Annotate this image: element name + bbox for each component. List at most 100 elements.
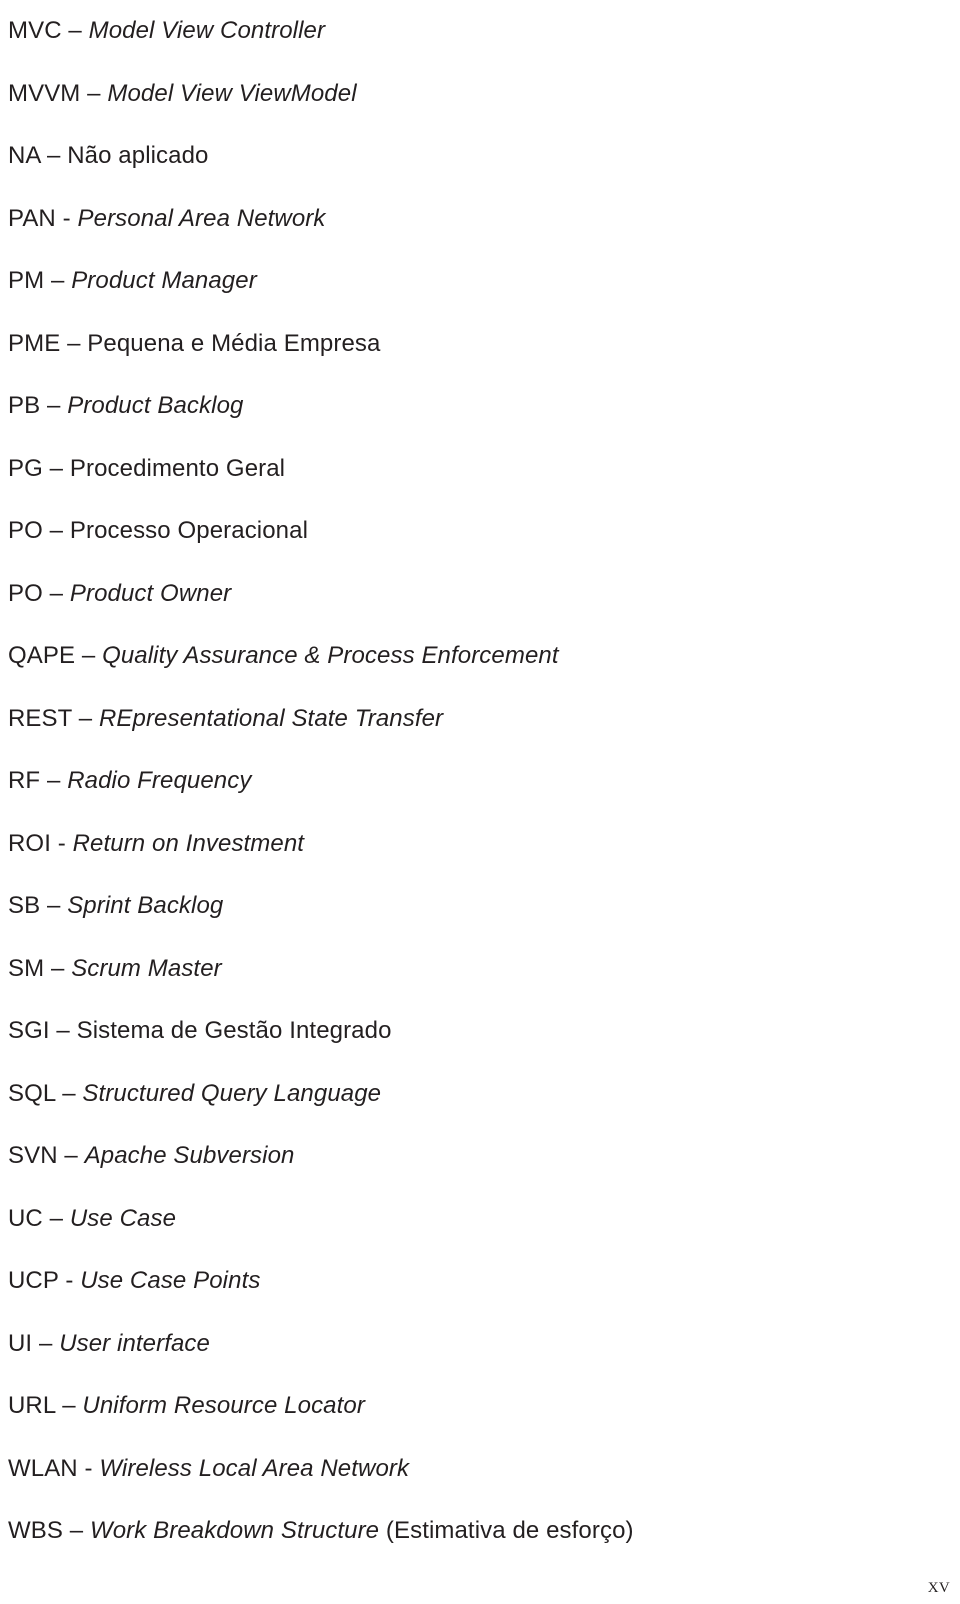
- glossary-separator: -: [77, 1454, 100, 1482]
- glossary-separator: –: [40, 892, 68, 919]
- glossary-term: PME: [8, 329, 61, 357]
- glossary-term: UCP: [8, 1267, 59, 1294]
- glossary-term: WBS: [8, 1517, 63, 1544]
- glossary-separator: –: [57, 1142, 85, 1169]
- glossary-separator: –: [44, 267, 72, 294]
- glossary-definition: Product Manager: [71, 267, 257, 294]
- glossary-entry: UI – User interface: [8, 1313, 952, 1376]
- glossary-entry: SGI – Sistema de Gestão Integrado: [8, 1000, 952, 1063]
- glossary-term: SB: [8, 892, 41, 919]
- glossary-separator: –: [61, 17, 89, 44]
- glossary-entry: UCP - Use Case Points: [8, 1250, 952, 1313]
- glossary-definition: Pequena e Média Empresa: [87, 329, 381, 357]
- glossary-term: NA: [8, 142, 41, 169]
- glossary-definition: Sistema de Gestão Integrado: [76, 1017, 392, 1044]
- glossary-definition: Radio Frequency: [67, 767, 252, 794]
- glossary-separator: -: [55, 204, 78, 232]
- glossary-definition: Processo Operacional: [69, 517, 308, 544]
- glossary-entry: PG – Procedimento Geral: [8, 438, 952, 501]
- glossary-entry: PO – Product Owner: [8, 563, 952, 626]
- glossary-separator: –: [42, 1204, 70, 1232]
- glossary-term: PO: [8, 517, 43, 544]
- glossary-separator: –: [80, 79, 108, 107]
- glossary-separator: –: [40, 392, 68, 419]
- glossary-term: ROI: [8, 829, 51, 857]
- glossary-term: SQL: [8, 1079, 56, 1107]
- glossary-definition: Procedimento Geral: [69, 454, 286, 482]
- glossary-term: QAPE: [8, 642, 76, 669]
- glossary-entry: PM – Product Manager: [8, 250, 952, 313]
- glossary-definition: Uniform Resource Locator: [82, 1392, 365, 1419]
- glossary-definition: Work Breakdown Structure: [89, 1517, 380, 1544]
- glossary-term: PM: [8, 267, 45, 294]
- glossary-definition: Structured Query Language: [82, 1079, 382, 1107]
- glossary-term: SGI: [8, 1017, 50, 1044]
- glossary-separator: -: [50, 829, 73, 857]
- glossary-separator: –: [40, 142, 68, 169]
- glossary-separator: –: [42, 517, 70, 544]
- glossary-separator: -: [58, 1267, 81, 1294]
- glossary-separator: –: [60, 329, 88, 357]
- glossary-separator: –: [42, 579, 70, 607]
- glossary-term: REST: [8, 704, 72, 732]
- glossary-term: PB: [8, 392, 41, 419]
- glossary-separator: –: [62, 1517, 90, 1544]
- glossary-definition: Personal Area Network: [77, 204, 326, 232]
- glossary-definition: Apache Subversion: [84, 1142, 295, 1169]
- glossary-entry: SB – Sprint Backlog: [8, 875, 952, 938]
- glossary-entry: SVN – Apache Subversion: [8, 1125, 952, 1188]
- glossary-term: WLAN: [8, 1454, 78, 1482]
- glossary-entry: SM – Scrum Master: [8, 938, 952, 1001]
- glossary-term: UI: [8, 1329, 33, 1357]
- glossary-separator: –: [75, 642, 103, 669]
- glossary-definition: Sprint Backlog: [67, 892, 224, 919]
- document-page: MVC – Model View Controller MVVM – Model …: [0, 0, 960, 1604]
- glossary-entry: WLAN - Wireless Local Area Network: [8, 1438, 952, 1501]
- glossary-entry: ROI - Return on Investment: [8, 813, 952, 876]
- glossary-definition: Model View ViewModel: [107, 79, 357, 107]
- glossary-term: MVC: [8, 17, 62, 44]
- page-number: xv: [927, 1573, 950, 1597]
- glossary-definition: Return on Investment: [72, 829, 305, 857]
- glossary-entry: PAN - Personal Area Network: [8, 188, 952, 251]
- glossary-entry: PO – Processo Operacional: [8, 500, 952, 563]
- glossary-definition: Model View Controller: [88, 17, 326, 44]
- glossary-entry: PME – Pequena e Média Empresa: [8, 313, 952, 376]
- glossary-entry: MVC – Model View Controller: [8, 0, 952, 63]
- glossary-entry: NA – Não aplicado: [8, 125, 952, 188]
- glossary-separator: –: [40, 767, 68, 794]
- glossary-list: MVC – Model View Controller MVVM – Model …: [8, 0, 952, 1563]
- glossary-definition: Scrum Master: [71, 954, 222, 982]
- glossary-entry: QAPE – Quality Assurance & Process Enfor…: [8, 625, 952, 688]
- glossary-definition: Quality Assurance & Process Enforcement: [102, 642, 559, 669]
- glossary-entry: WBS – Work Breakdown Structure (Estimati…: [8, 1500, 952, 1563]
- glossary-separator: –: [44, 954, 72, 982]
- glossary-separator: –: [49, 1017, 77, 1044]
- glossary-separator: –: [42, 454, 70, 482]
- glossary-definition: User interface: [59, 1329, 210, 1357]
- glossary-entry: SQL – Structured Query Language: [8, 1063, 952, 1126]
- glossary-definition: Use Case Points: [80, 1267, 261, 1294]
- glossary-definition: Product Owner: [69, 579, 232, 607]
- glossary-term: PG: [8, 454, 43, 482]
- glossary-separator: –: [32, 1329, 60, 1357]
- glossary-term: UC: [8, 1204, 43, 1232]
- glossary-entry: MVVM – Model View ViewModel: [8, 63, 952, 126]
- glossary-term: RF: [8, 767, 41, 794]
- glossary-term: SM: [8, 954, 45, 982]
- glossary-definition: Product Backlog: [67, 392, 244, 419]
- glossary-entry: RF – Radio Frequency: [8, 750, 952, 813]
- glossary-entry: URL – Uniform Resource Locator: [8, 1375, 952, 1438]
- glossary-term: SVN: [8, 1142, 58, 1169]
- glossary-definition: Use Case: [69, 1204, 177, 1232]
- glossary-term: PAN: [8, 204, 56, 232]
- glossary-separator: –: [55, 1079, 83, 1107]
- glossary-term: PO: [8, 579, 43, 607]
- glossary-term: MVVM: [8, 79, 81, 107]
- glossary-term: URL: [8, 1392, 56, 1419]
- glossary-separator: –: [55, 1392, 83, 1419]
- glossary-entry: REST – REpresentational State Transfer: [8, 688, 952, 751]
- glossary-separator: –: [71, 704, 99, 732]
- glossary-definition-note: (Estimativa de esforço): [379, 1517, 634, 1544]
- glossary-definition: Não aplicado: [67, 142, 209, 169]
